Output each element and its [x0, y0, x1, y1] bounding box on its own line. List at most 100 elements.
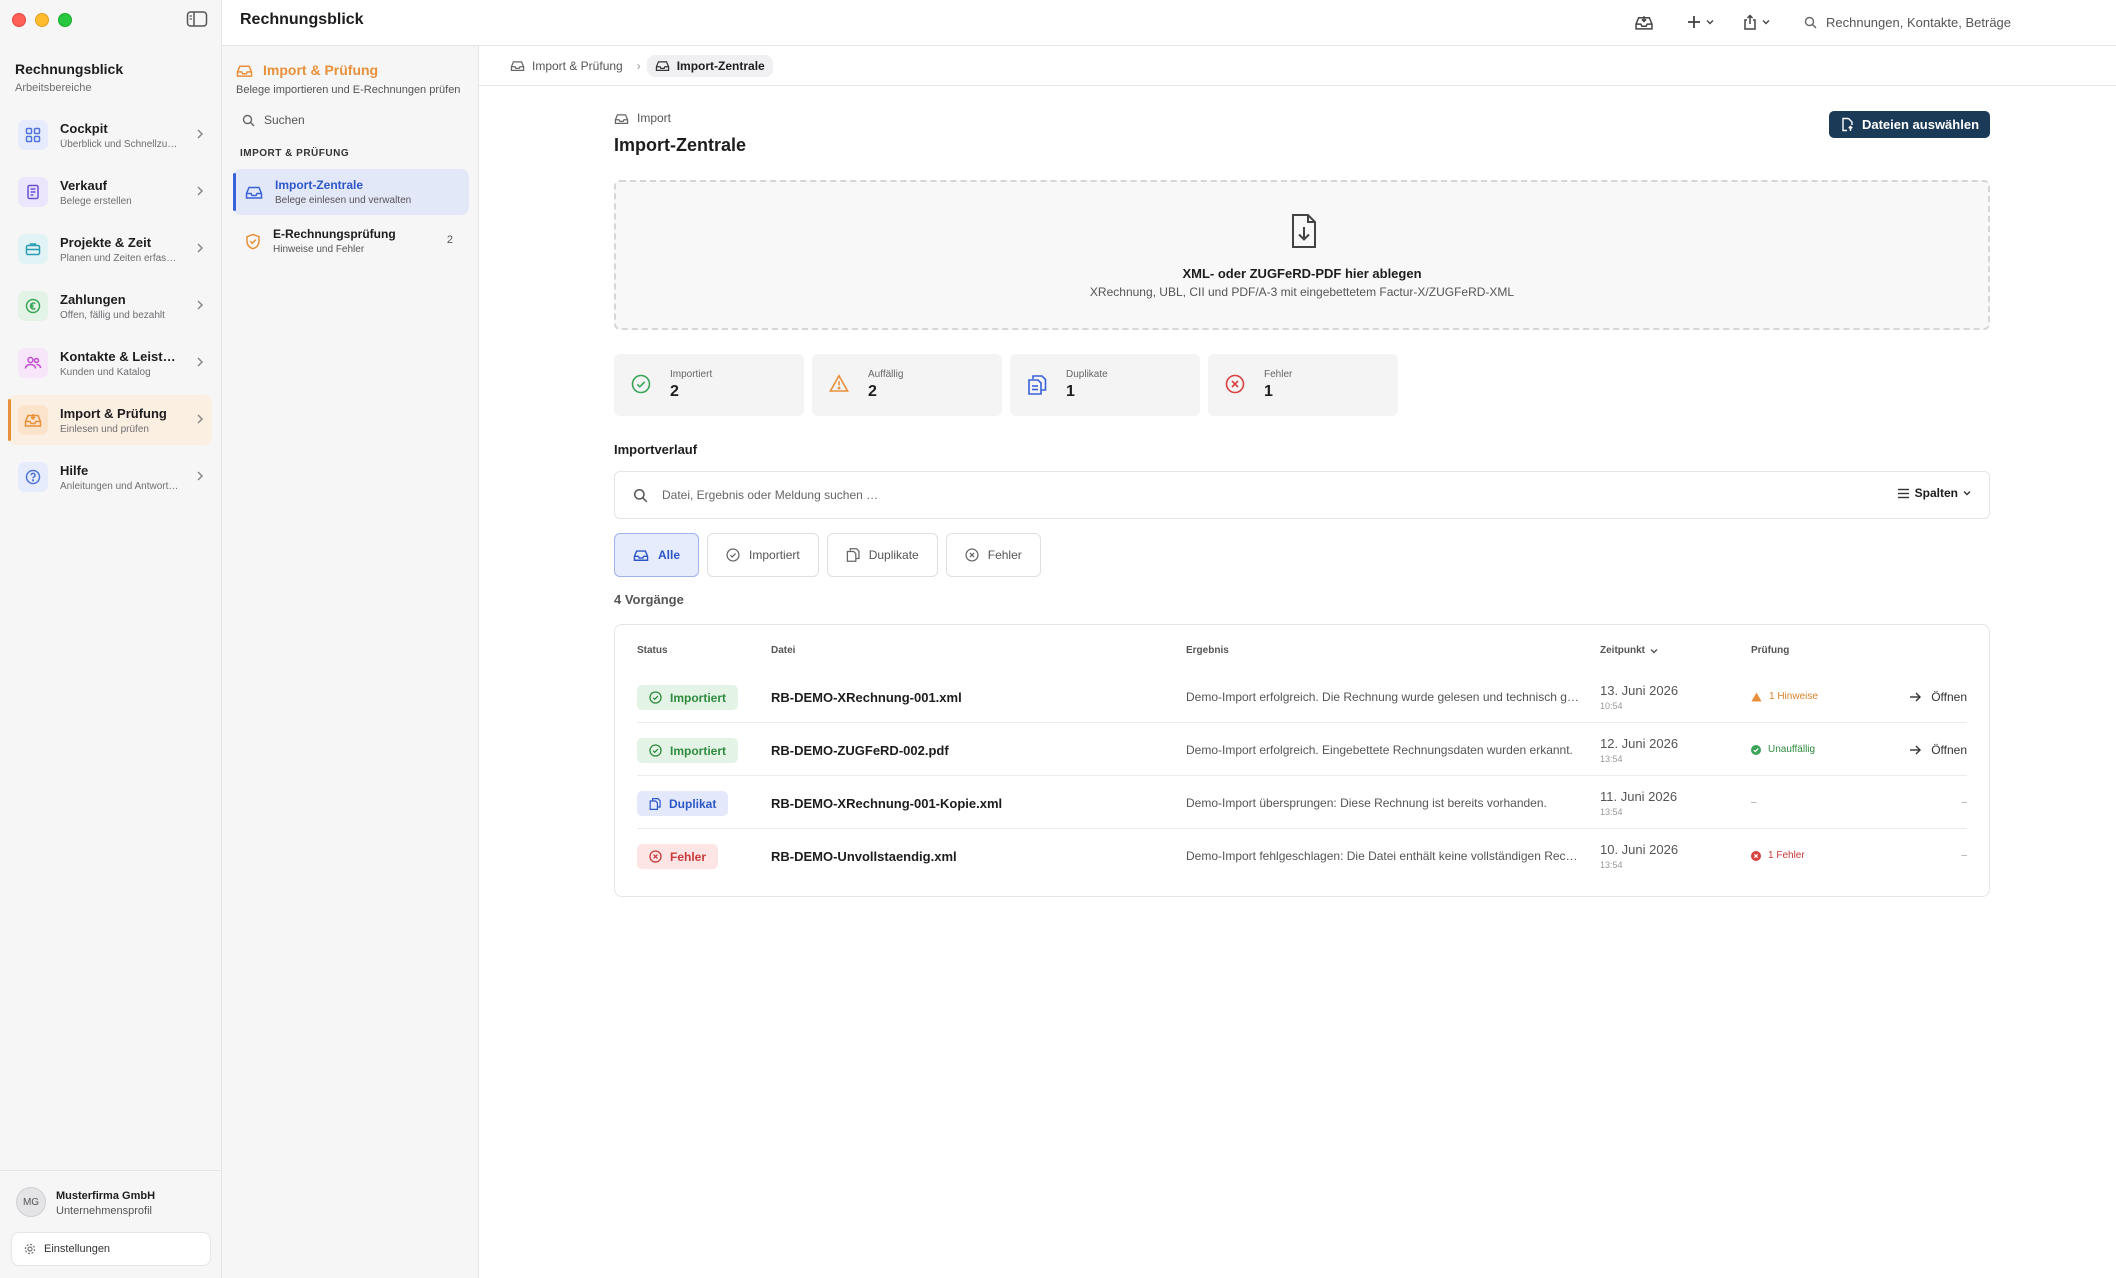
dropzone-title: XML- oder ZUGFeRD-PDF hier ablegen: [1182, 266, 1422, 281]
global-search-placeholder: Rechnungen, Kontakte, Beträge: [1826, 14, 2012, 30]
inbox-icon: [1635, 15, 1653, 30]
filter-chip-label: Duplikate: [868, 548, 919, 562]
error-circle-icon: [1225, 374, 1245, 394]
shield-check-icon: [246, 233, 260, 249]
choose-files-button[interactable]: Dateien auswählen: [1829, 111, 1990, 138]
check-circle-icon: [649, 691, 662, 704]
sidebar-item-verkauf[interactable]: Verkauf Belege erstellen: [8, 167, 212, 217]
add-button[interactable]: [1676, 6, 1724, 38]
close-window-button[interactable]: [12, 13, 26, 27]
app-title: Rechnungsblick: [240, 11, 364, 28]
panel-item-e-rechnungspruefung[interactable]: E-Rechnungsprüfung Hinweise und Fehler 2: [233, 218, 469, 264]
import-button[interactable]: [1624, 6, 1664, 38]
import-history-table: Status Datei Ergebnis Zeitpunkt Prüfung …: [614, 624, 1990, 897]
company-profile[interactable]: MG Musterfirma GmbH Unternehmensprofil: [0, 1170, 222, 1217]
date: 13. Juni 2026: [1600, 683, 1679, 698]
panel-search-label: Suchen: [264, 113, 305, 127]
status-badge: Fehler: [637, 844, 719, 869]
inbox-icon: [245, 186, 263, 199]
check-result: Unauffällig: [1751, 744, 1815, 755]
column-header-datei[interactable]: Datei: [771, 645, 795, 656]
history-search-input[interactable]: Datei, Ergebnis oder Meldung suchen … Sp…: [614, 471, 1990, 519]
avatar: MG: [16, 1187, 46, 1217]
columns-label: Spalten: [1914, 486, 1958, 500]
check-label: Unauffällig: [1768, 744, 1816, 755]
check-dot-icon: [1751, 744, 1761, 755]
arrow-right-icon: [1910, 745, 1922, 755]
check-result: 1 Fehler: [1751, 850, 1805, 861]
sidebar-item-label: Projekte & Zeit: [60, 234, 152, 250]
sidebar-item-import[interactable]: Import & Prüfung Einlesen und prüfen: [8, 395, 212, 445]
workspace-title: Rechnungsblick: [15, 61, 124, 77]
column-header-label: Zeitpunkt: [1600, 645, 1645, 656]
settings-button[interactable]: Einstellungen: [11, 1232, 211, 1266]
file-name: RB-DEMO-XRechnung-001.xml: [771, 690, 962, 705]
time: 13:54: [1600, 807, 1623, 817]
plus-icon: [1688, 16, 1700, 28]
status-badge: Importiert: [637, 685, 739, 710]
column-header-zeitpunkt[interactable]: Zeitpunkt: [1600, 645, 1658, 656]
sidebar-item-hilfe[interactable]: Hilfe Anleitungen und Antwort…: [8, 452, 212, 502]
panel-title: Import & Prüfung: [263, 62, 379, 78]
sidebar-item-label: Zahlungen: [60, 291, 126, 307]
chevron-right-icon: [197, 300, 204, 310]
time: 13:54: [1600, 754, 1623, 764]
status-label: Duplikat: [669, 796, 717, 811]
filter-chip-alle[interactable]: Alle: [614, 533, 700, 577]
duplicate-icon: [846, 548, 860, 562]
share-button[interactable]: [1732, 6, 1780, 38]
sidebar-item-projekte[interactable]: Projekte & Zeit Planen und Zeiten erfass…: [8, 224, 212, 274]
gear-icon: [24, 1243, 36, 1255]
panel-search[interactable]: Suchen: [242, 113, 305, 127]
sidebar-item-label: Kontakte & Leistung…: [60, 348, 180, 364]
chevron-down-icon: [1963, 491, 1971, 496]
global-search-input[interactable]: Rechnungen, Kontakte, Beträge: [1792, 7, 2116, 37]
error-dot-icon: [1751, 850, 1761, 861]
sidebar-item-cockpit[interactable]: Cockpit Überblick und Schnellzu…: [8, 110, 212, 160]
briefcase-icon: [18, 234, 48, 264]
open-button[interactable]: Öffnen: [1909, 690, 1967, 704]
document-icon: [18, 177, 48, 207]
sidebar-item-label: Cockpit: [60, 120, 108, 136]
status-badge: Importiert: [637, 738, 739, 763]
table-row[interactable]: Fehler RB-DEMO-Unvollstaendig.xml Demo-I…: [637, 829, 1967, 882]
zoom-window-button[interactable]: [58, 13, 72, 27]
chevron-right-icon: [197, 129, 204, 139]
check-circle-icon: [726, 548, 740, 562]
filter-chip-duplikate[interactable]: Duplikate: [826, 533, 938, 577]
column-header-ergebnis[interactable]: Ergebnis: [1186, 645, 1229, 656]
columns-button[interactable]: Spalten: [1897, 486, 1971, 500]
sidebar-item-kontakte[interactable]: Kontakte & Leistung… Kunden und Katalog: [8, 338, 212, 388]
column-header-status[interactable]: Status: [637, 645, 668, 656]
breadcrumb-current[interactable]: Import-Zentrale: [646, 54, 773, 77]
minimize-window-button[interactable]: [35, 13, 49, 27]
sidebar-item-zahlungen[interactable]: Zahlungen Offen, fällig und bezahlt: [8, 281, 212, 331]
panel-item-sub: Hinweise und Fehler: [273, 244, 365, 255]
table-row[interactable]: Duplikat RB-DEMO-XRechnung-001-Kopie.xml…: [637, 776, 1967, 829]
breadcrumb-parent[interactable]: Import & Prüfung: [502, 55, 631, 77]
status-label: Fehler: [670, 849, 707, 864]
stat-label: Importiert: [670, 369, 713, 380]
page-title: Import-Zentrale: [614, 135, 747, 155]
chevron-down-icon: [1650, 648, 1658, 653]
table-row[interactable]: Importiert RB-DEMO-XRechnung-001.xml Dem…: [637, 670, 1967, 723]
table-row[interactable]: Importiert RB-DEMO-ZUGFeRD-002.pdf Demo-…: [637, 723, 1967, 776]
sidebar-item-sub: Belege erstellen: [60, 195, 132, 207]
chevron-right-icon: [197, 243, 204, 253]
panel-subtitle: Belege importieren und E-Rechnungen prüf…: [236, 84, 461, 96]
panel-item-import-zentrale[interactable]: Import-Zentrale Belege einlesen und verwa…: [233, 169, 469, 215]
sidebar-toggle-icon[interactable]: [186, 10, 208, 28]
file-dropzone[interactable]: XML- oder ZUGFeRD-PDF hier ablegen XRech…: [614, 180, 1990, 330]
stat-value: 2: [868, 383, 877, 400]
filter-chip-label: Fehler: [987, 548, 1022, 562]
settings-label: Einstellungen: [44, 1243, 111, 1255]
filter-chip-importiert[interactable]: Importiert: [707, 533, 819, 577]
filter-chip-fehler[interactable]: Fehler: [945, 533, 1041, 577]
inbox-icon: [18, 405, 48, 435]
open-button[interactable]: Öffnen: [1909, 743, 1967, 757]
panel-item-label: E-Rechnungsprüfung: [273, 227, 396, 241]
people-icon: [18, 348, 48, 378]
dropzone-subtitle: XRechnung, UBL, CII und PDF/A-3 mit eing…: [1089, 285, 1515, 299]
file-name: RB-DEMO-XRechnung-001-Kopie.xml: [771, 796, 1003, 811]
column-header-pruefung[interactable]: Prüfung: [1751, 645, 1789, 656]
